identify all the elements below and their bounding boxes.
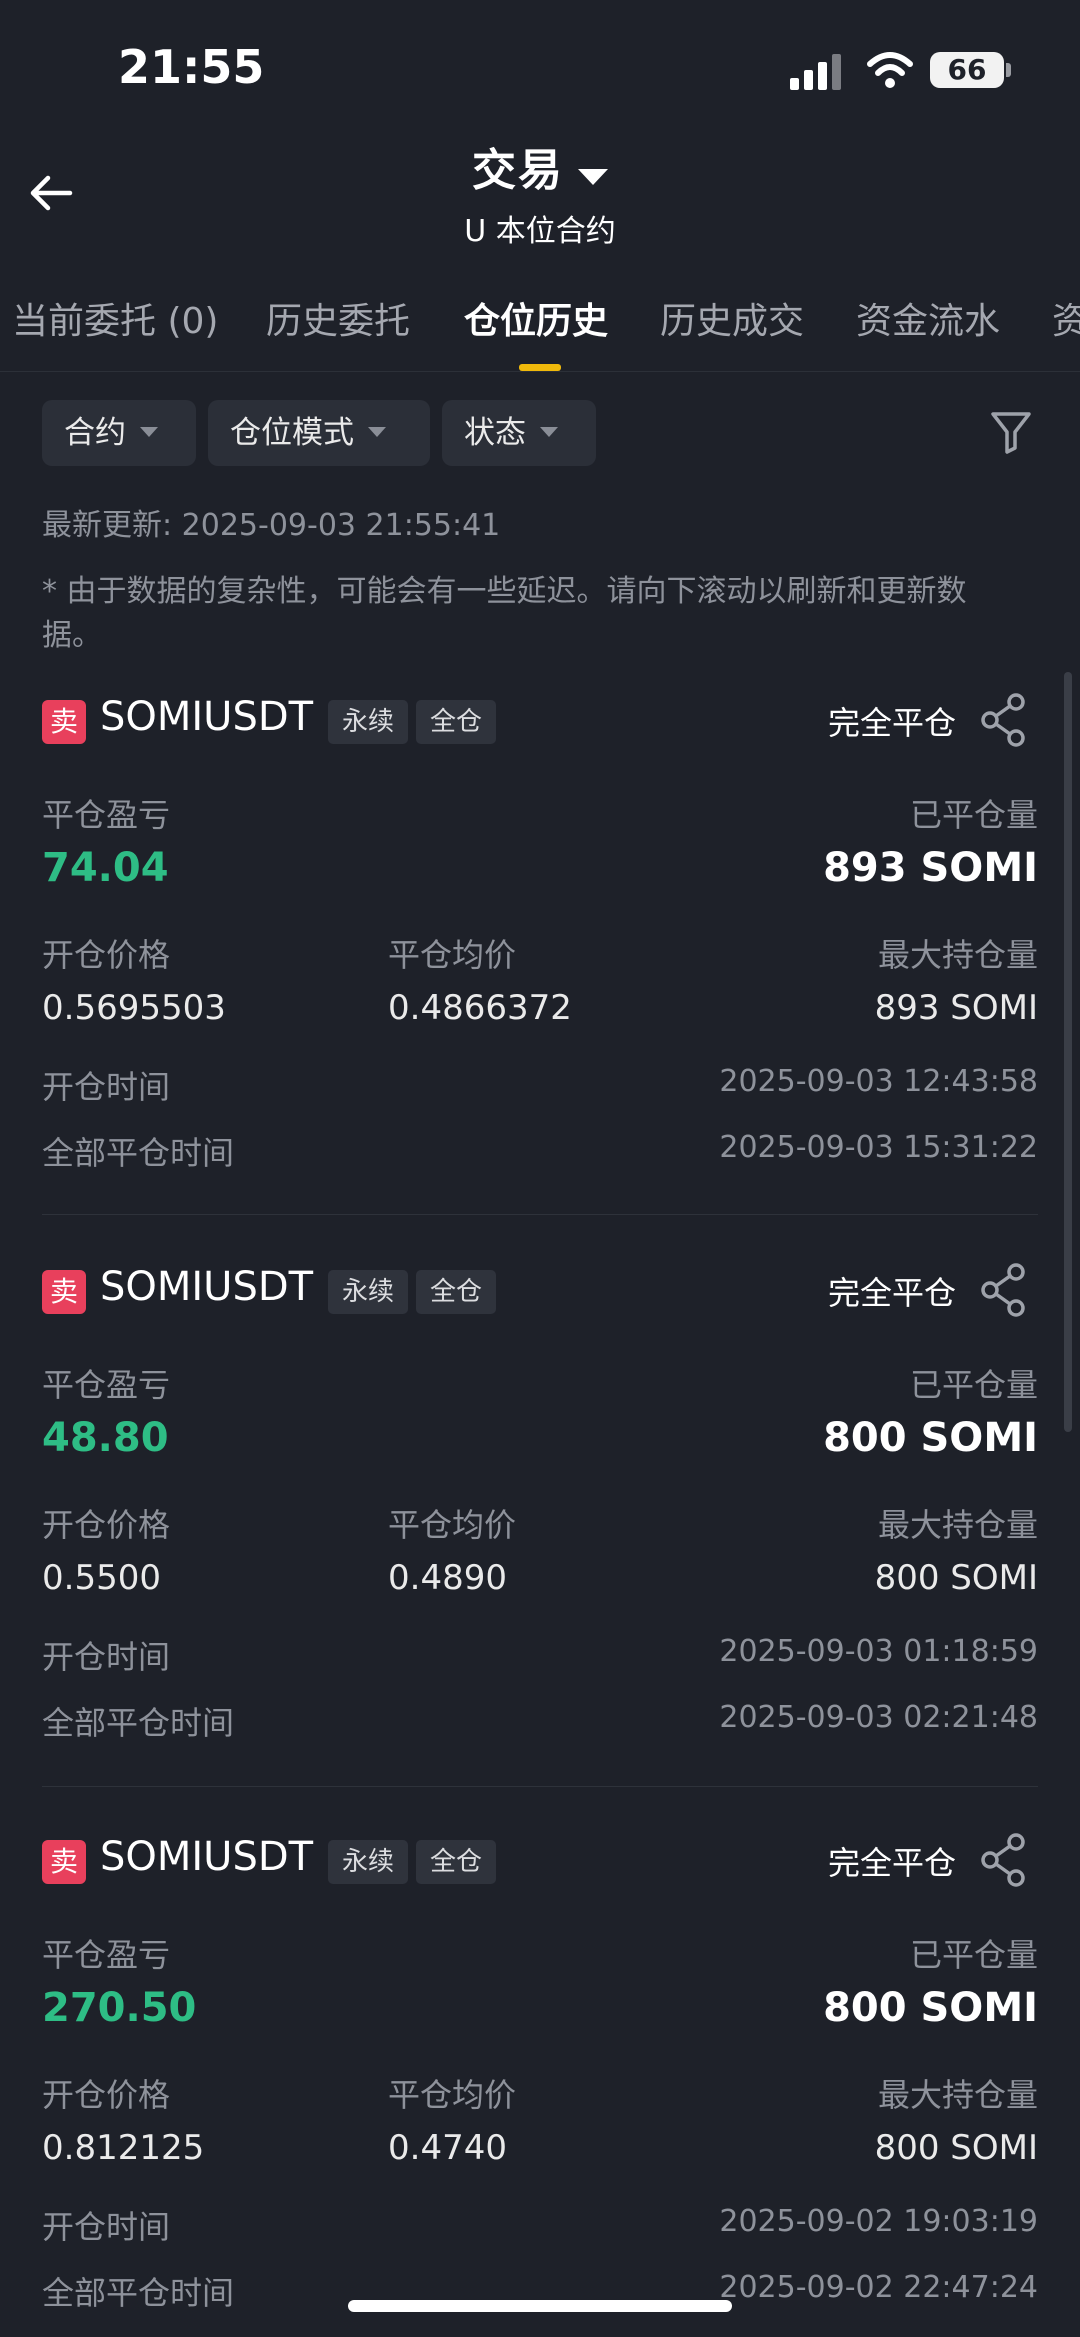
position-card[interactable]: 卖 SOMIUSDT 永续 全仓 完全平仓 平仓盈亏 已平仓量 270.50 8… <box>42 1833 1038 2320</box>
pnl-label: 平仓盈亏 <box>42 796 171 834</box>
max-hold-value: 800 SOMI <box>874 1558 1038 1598</box>
filter-contract[interactable]: 合约 <box>42 400 196 466</box>
tab-position-history[interactable]: 仓位历史 <box>464 292 608 344</box>
max-hold-label: 最大持仓量 <box>877 936 1038 974</box>
active-tab-indicator <box>519 364 561 371</box>
delay-notice: * 由于数据的复杂性，可能会有一些延迟。请向下滚动以刷新和更新数据。 <box>42 574 967 653</box>
open-price-label: 开仓价格 <box>42 2076 171 2114</box>
wifi-icon <box>867 52 913 88</box>
open-time-label: 开仓时间 <box>42 2208 171 2246</box>
symbol: SOMIUSDT <box>100 694 314 740</box>
cross-margin-tag: 全仓 <box>416 1840 497 1884</box>
open-time-value: 2025-09-03 12:43:58 <box>719 1064 1038 1099</box>
scrollbar[interactable] <box>1064 672 1072 1432</box>
status-time: 21:55 <box>118 40 265 94</box>
filter-funnel-icon[interactable] <box>990 410 1032 454</box>
max-hold-label: 最大持仓量 <box>877 2076 1038 2114</box>
last-updated-text: 最新更新: 2025-09-03 21:55:41 <box>42 508 501 543</box>
pnl-value: 48.80 <box>42 1415 169 1461</box>
closed-qty-label: 已平仓量 <box>909 1366 1038 1404</box>
close-time-label: 全部平仓时间 <box>42 1704 235 1742</box>
perpetual-tag: 永续 <box>328 1270 409 1314</box>
close-avg-label: 平仓均价 <box>388 936 517 974</box>
cross-margin-tag: 全仓 <box>416 1270 497 1314</box>
caret-down-icon <box>540 426 558 437</box>
close-time-label: 全部平仓时间 <box>42 1134 235 1172</box>
sell-badge: 卖 <box>42 1270 86 1314</box>
filter-contract-label: 合约 <box>64 415 126 451</box>
share-icon[interactable] <box>978 1832 1028 1888</box>
tab-order-history[interactable]: 历史委托 <box>266 292 410 344</box>
cellular-signal-icon <box>790 52 844 90</box>
sell-badge: 卖 <box>42 1840 86 1884</box>
symbol: SOMIUSDT <box>100 1264 314 1310</box>
filter-position-mode[interactable]: 仓位模式 <box>208 400 430 466</box>
close-avg-label: 平仓均价 <box>388 1506 517 1544</box>
max-hold-value: 800 SOMI <box>874 2128 1038 2168</box>
close-time-value: 2025-09-02 22:47:24 <box>719 2270 1038 2305</box>
card-divider <box>42 1214 1038 1215</box>
share-icon[interactable] <box>978 1262 1028 1318</box>
caret-down-icon <box>368 426 386 437</box>
position-status: 完全平仓 <box>827 704 956 742</box>
caret-down-icon <box>578 168 608 185</box>
position-status: 完全平仓 <box>827 1844 956 1882</box>
perpetual-tag: 永续 <box>328 1840 409 1884</box>
open-time-label: 开仓时间 <box>42 1638 171 1676</box>
closed-qty-label: 已平仓量 <box>909 1936 1038 1974</box>
max-hold-label: 最大持仓量 <box>877 1506 1038 1544</box>
closed-qty-value: 800 SOMI <box>823 1985 1038 2031</box>
pnl-value: 74.04 <box>42 845 169 891</box>
close-time-label: 全部平仓时间 <box>42 2274 235 2312</box>
position-card[interactable]: 卖 SOMIUSDT 永续 全仓 完全平仓 平仓盈亏 已平仓量 74.04 89… <box>42 693 1038 1240</box>
open-price-value: 0.5695503 <box>42 988 226 1028</box>
tab-open-orders[interactable]: 当前委托 (0) <box>12 292 218 344</box>
close-time-value: 2025-09-03 02:21:48 <box>719 1700 1038 1735</box>
max-hold-value: 893 SOMI <box>874 988 1038 1028</box>
close-time-value: 2025-09-03 15:31:22 <box>719 1130 1038 1165</box>
filter-status-label: 状态 <box>464 415 526 451</box>
open-price-label: 开仓价格 <box>42 936 171 974</box>
close-avg-value: 0.4890 <box>388 1558 507 1598</box>
position-card[interactable]: 卖 SOMIUSDT 永续 全仓 完全平仓 平仓盈亏 已平仓量 48.80 80… <box>42 1263 1038 1810</box>
closed-qty-value: 893 SOMI <box>823 845 1038 891</box>
share-icon[interactable] <box>978 692 1028 748</box>
cross-margin-tag: 全仓 <box>416 700 497 744</box>
open-time-label: 开仓时间 <box>42 1068 171 1106</box>
tab-trade-history[interactable]: 历史成交 <box>660 292 804 344</box>
pnl-value: 270.50 <box>42 1985 197 2031</box>
closed-qty-label: 已平仓量 <box>909 796 1038 834</box>
open-time-value: 2025-09-03 01:18:59 <box>719 1634 1038 1669</box>
close-avg-value: 0.4866372 <box>388 988 572 1028</box>
open-price-value: 0.812125 <box>42 2128 205 2168</box>
open-time-value: 2025-09-02 19:03:19 <box>719 2204 1038 2239</box>
position-status: 完全平仓 <box>827 1274 956 1312</box>
sell-badge: 卖 <box>42 700 86 744</box>
tab-transaction-history[interactable]: 资金流水 <box>856 292 1000 344</box>
caret-down-icon <box>140 426 158 437</box>
page-title-dropdown[interactable]: 交易 <box>0 134 1080 198</box>
pnl-label: 平仓盈亏 <box>42 1936 171 1974</box>
close-avg-label: 平仓均价 <box>388 2076 517 2114</box>
tab-more[interactable]: 资 <box>1052 292 1080 344</box>
page-title: 交易 <box>472 145 564 196</box>
open-price-label: 开仓价格 <box>42 1506 171 1544</box>
pnl-label: 平仓盈亏 <box>42 1366 171 1404</box>
filter-status[interactable]: 状态 <box>442 400 596 466</box>
home-indicator[interactable] <box>348 2300 732 2312</box>
battery-icon: 66 <box>930 52 1004 88</box>
close-avg-value: 0.4740 <box>388 2128 507 2168</box>
filter-mode-label: 仓位模式 <box>230 415 354 451</box>
divider <box>0 371 1080 372</box>
battery-cap <box>1006 63 1011 77</box>
page-subtitle: U 本位合约 <box>464 214 616 249</box>
card-divider <box>42 1786 1038 1787</box>
open-price-value: 0.5500 <box>42 1558 161 1598</box>
perpetual-tag: 永续 <box>328 700 409 744</box>
closed-qty-value: 800 SOMI <box>823 1415 1038 1461</box>
symbol: SOMIUSDT <box>100 1834 314 1880</box>
